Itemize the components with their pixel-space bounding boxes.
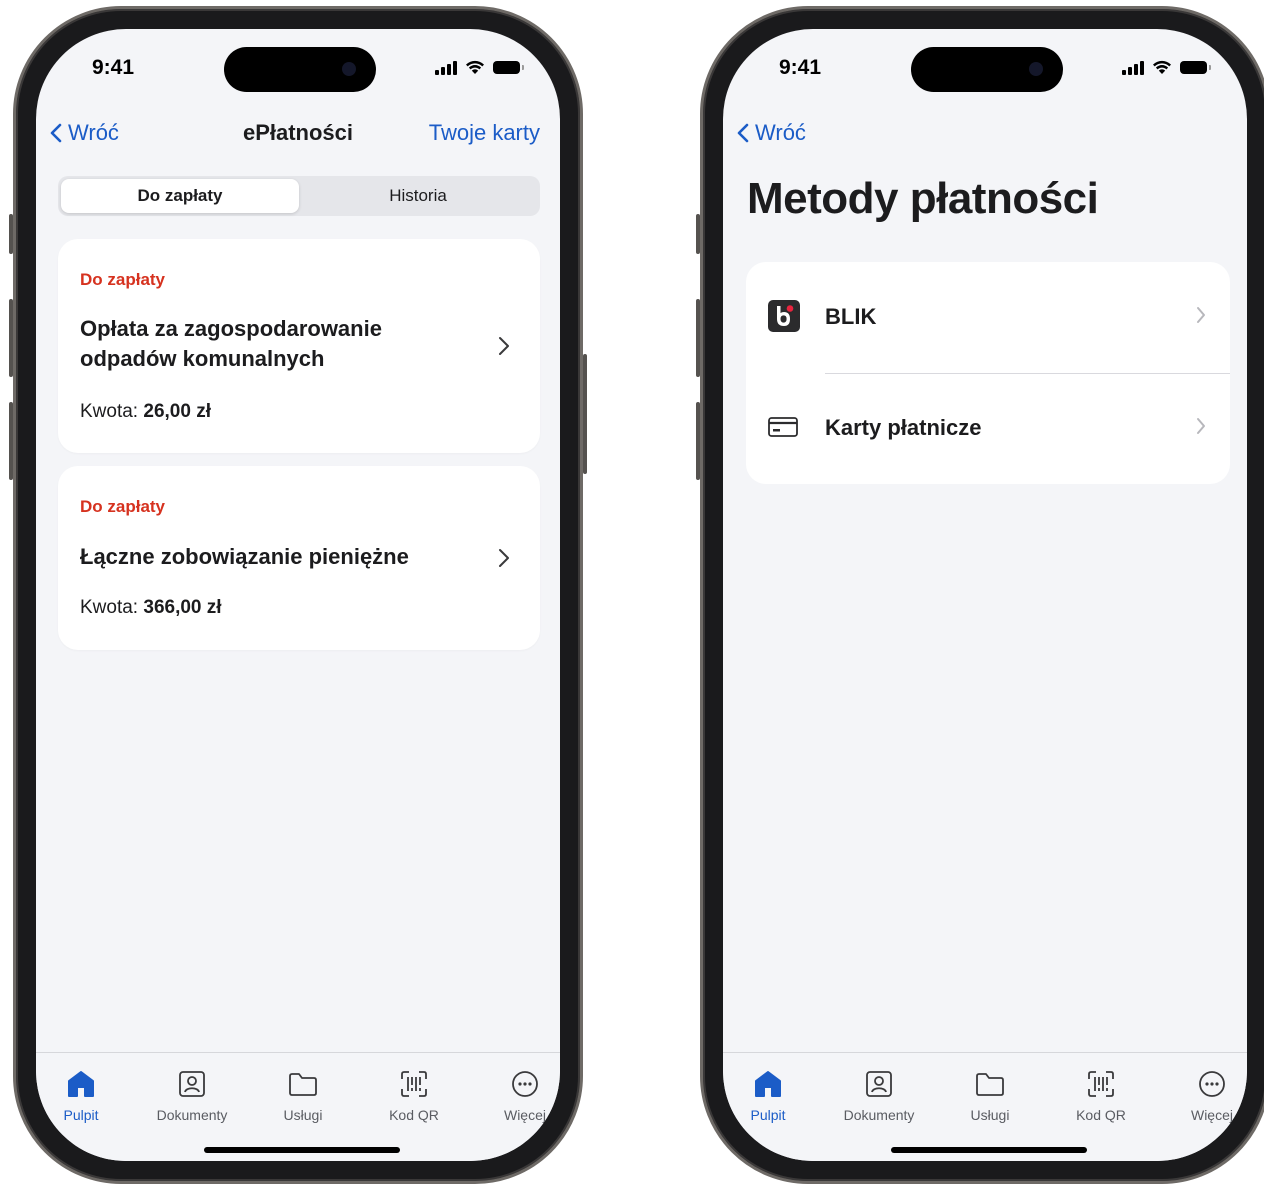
tab-label: Kod QR: [389, 1107, 439, 1123]
battery-icon: [493, 61, 524, 74]
volume-down-button: [9, 402, 13, 480]
camera-icon: [1029, 62, 1043, 76]
camera-icon: [342, 62, 356, 76]
qr-scan-icon: [401, 1071, 427, 1097]
chevron-right-icon: [1197, 307, 1205, 323]
status-icons: [1122, 60, 1211, 75]
tab-wiecej[interactable]: Więcej: [1164, 1067, 1247, 1123]
folder-icon: [976, 1073, 1004, 1096]
tab-label: Pulpit: [63, 1107, 99, 1123]
nav-bar: Wróć ePłatności Twoje karty: [36, 114, 560, 158]
tab-label: Pulpit: [750, 1107, 786, 1123]
payment-amount: Kwota: 366,00 zł: [80, 597, 222, 619]
more-icon: [512, 1071, 538, 1097]
chevron-right-icon: [1197, 418, 1205, 434]
status-time: 9:41: [92, 56, 135, 79]
chevron-right-icon: [499, 549, 509, 567]
phone-frame-left: 9:41 Wróć ePłatności Twoje karty Do zapł…: [9, 6, 587, 1184]
payment-methods-list: BLIK Karty płatnicze: [746, 262, 1230, 484]
tab-dokumenty[interactable]: Dokumenty: [144, 1067, 240, 1123]
tab-dokumenty[interactable]: Dokumenty: [831, 1067, 927, 1123]
mute-switch: [9, 214, 13, 254]
blik-logo-icon: [768, 300, 800, 332]
tab-label: Kod QR: [1076, 1107, 1126, 1123]
segmented-control: Do zapłaty Historia: [58, 176, 540, 216]
card-icon: [768, 417, 798, 437]
tab-pulpit[interactable]: Pulpit: [723, 1067, 816, 1123]
payment-status: Do zapłaty: [80, 270, 166, 289]
page-title: Metody płatności: [747, 174, 1099, 223]
tab-bar: Pulpit Dokumenty Usługi Kod QR Więcej: [36, 1052, 560, 1161]
method-blik[interactable]: BLIK: [746, 262, 1230, 374]
payment-title: Opłata za zagospodarowanie odpadów komun…: [80, 316, 382, 371]
back-label: Wróć: [755, 120, 806, 145]
payment-amount: Kwota: 26,00 zł: [80, 401, 211, 423]
tab-label: Więcej: [503, 1107, 546, 1123]
back-button[interactable]: Wróć: [737, 120, 806, 146]
dynamic-island: [224, 47, 376, 92]
method-label: BLIK: [825, 304, 877, 329]
wifi-icon: [1153, 60, 1171, 74]
tab-label: Usługi: [970, 1107, 1010, 1123]
tab-pulpit[interactable]: Pulpit: [36, 1067, 129, 1123]
volume-up-button: [9, 299, 13, 377]
chevron-left-icon: [737, 123, 749, 143]
tab-uslugi[interactable]: Usługi: [942, 1067, 1038, 1123]
folder-icon: [289, 1073, 317, 1096]
tab-to-pay[interactable]: Do zapłaty: [61, 179, 299, 213]
nav-bar: Wróć: [723, 114, 1247, 158]
method-cards[interactable]: Karty płatnicze: [746, 373, 1230, 484]
payment-status: Do zapłaty: [80, 497, 166, 516]
mute-switch: [696, 214, 700, 254]
tab-kod-qr[interactable]: Kod QR: [366, 1067, 462, 1123]
your-cards-button[interactable]: Twoje karty: [429, 120, 540, 146]
cellular-signal-icon: [1122, 60, 1144, 75]
amount-label: Kwota:: [80, 597, 139, 618]
amount-label: Kwota:: [80, 401, 139, 422]
qr-scan-icon: [1088, 1071, 1114, 1097]
payment-card-total[interactable]: Do zapłaty Łączne zobowiązanie pieniężne…: [58, 466, 540, 650]
home-indicator[interactable]: [891, 1147, 1087, 1153]
dynamic-island: [911, 47, 1063, 92]
id-card-icon: [179, 1071, 205, 1097]
amount-value: 26,00 zł: [143, 401, 211, 422]
home-indicator[interactable]: [204, 1147, 400, 1153]
tab-label: Więcej: [1190, 1107, 1233, 1123]
screen-payment-methods: 9:41 Wróć Metody płatności BLIK Karty pł…: [723, 29, 1247, 1161]
status-icons: [435, 60, 524, 75]
tab-wiecej[interactable]: Więcej: [477, 1067, 560, 1123]
tab-label: Dokumenty: [843, 1107, 915, 1123]
tab-bar: Pulpit Dokumenty Usługi Kod QR Więcej: [723, 1052, 1247, 1161]
tab-history[interactable]: Historia: [299, 179, 537, 213]
cellular-signal-icon: [435, 60, 457, 75]
tab-uslugi[interactable]: Usługi: [255, 1067, 351, 1123]
amount-value: 366,00 zł: [143, 597, 222, 618]
wifi-icon: [466, 60, 484, 74]
status-time: 9:41: [779, 56, 822, 79]
phone-frame-right: 9:41 Wróć Metody płatności BLIK Karty pł…: [696, 6, 1264, 1184]
tab-kod-qr[interactable]: Kod QR: [1053, 1067, 1149, 1123]
home-icon: [755, 1071, 781, 1097]
more-icon: [1199, 1071, 1225, 1097]
volume-up-button: [696, 299, 700, 377]
battery-icon: [1180, 61, 1211, 74]
volume-down-button: [696, 402, 700, 480]
home-icon: [68, 1071, 94, 1097]
tab-label: Usługi: [283, 1107, 323, 1123]
payment-title: Łączne zobowiązanie pieniężne: [80, 544, 409, 569]
id-card-icon: [866, 1071, 892, 1097]
tab-label: Dokumenty: [156, 1107, 228, 1123]
payment-card-waste[interactable]: Do zapłaty Opłata za zagospodarowanie od…: [58, 239, 540, 453]
chevron-right-icon: [499, 337, 509, 355]
power-button: [583, 354, 587, 474]
method-label: Karty płatnicze: [825, 415, 982, 440]
screen-epayments: 9:41 Wróć ePłatności Twoje karty Do zapł…: [36, 29, 560, 1161]
